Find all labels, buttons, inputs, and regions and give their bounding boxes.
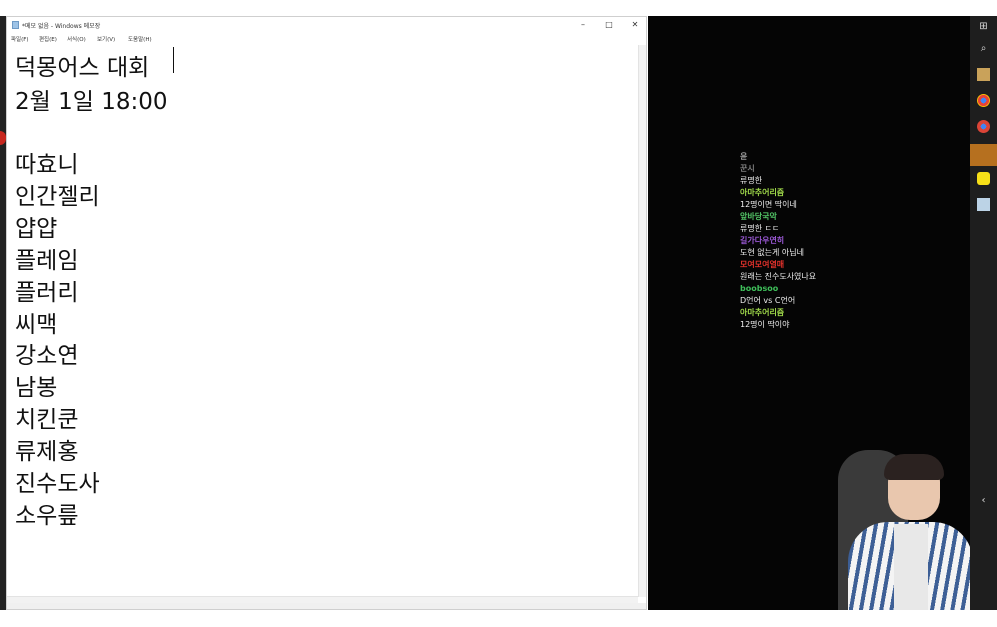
chat-username: 꾼시 bbox=[740, 164, 755, 173]
windows-icon[interactable]: ⊞ bbox=[977, 20, 990, 33]
chat-message: 길가다우연히 도현 없는게 아닙네 bbox=[740, 235, 940, 259]
kakaotalk-icon[interactable] bbox=[977, 172, 990, 185]
text-line: 덕몽어스 대회 bbox=[15, 55, 150, 81]
text-line: 남봉 bbox=[15, 375, 58, 401]
text-line: 진수도사 bbox=[15, 471, 100, 497]
text-line: 플러리 bbox=[15, 280, 79, 306]
chat-username: 모여모여열매 bbox=[740, 260, 785, 269]
menu-file[interactable]: 파일(F) bbox=[11, 35, 29, 43]
chat-text: D언어 vs C언어 bbox=[740, 296, 796, 305]
notepad-window[interactable]: *메모 없음 - Windows 메모장 – □ ✕ 파일(F) 편집(E) 서… bbox=[6, 16, 647, 610]
menu-bar: 파일(F) 편집(E) 서식(O) 보기(V) 도움말(H) bbox=[7, 33, 646, 44]
text-line: 씨맥 bbox=[15, 312, 58, 338]
chat-message: 앞바당국악 류명한 ㄷㄷ bbox=[740, 211, 940, 235]
chrome-profile-icon[interactable] bbox=[977, 120, 990, 133]
chat-text: 원래는 진수도사였나요 bbox=[740, 272, 817, 281]
text-line: 류제홍 bbox=[15, 439, 79, 465]
chat-text: 도현 없는게 아닙네 bbox=[740, 248, 804, 257]
text-line: 플레임 bbox=[15, 248, 79, 274]
chat-message: boobsoo D언어 vs C언어 bbox=[740, 283, 940, 307]
chat-username: 아마추어리즘 bbox=[740, 308, 785, 317]
menu-view[interactable]: 보기(V) bbox=[97, 35, 115, 43]
search-icon[interactable]: ⌕ bbox=[977, 42, 990, 55]
text-line: 얍얍 bbox=[15, 216, 58, 242]
app-icon[interactable] bbox=[970, 144, 997, 166]
chat-message: 모여모여열매 원래는 진수도사였나요 bbox=[740, 259, 940, 283]
chat-text: 류명한 ㄷㄷ bbox=[740, 224, 780, 233]
text-line: 따효니 bbox=[15, 152, 79, 178]
chat-username: 길가다우연히 bbox=[740, 236, 785, 245]
stream-overlay-area: 윤 꾼시 류명한 아마추어리즘 12명이면 딱이네 앞바당국악 류명한 ㄷㄷ 길… bbox=[648, 16, 970, 610]
window-title: *메모 없음 - Windows 메모장 bbox=[22, 23, 101, 30]
chat-username: 아마추어리즘 bbox=[740, 188, 785, 197]
chat-username: 앞바당국악 bbox=[740, 212, 777, 221]
chat-message: 아마추어리즘 12명이면 딱이네 bbox=[740, 187, 940, 211]
horizontal-scrollbar[interactable] bbox=[7, 596, 638, 603]
text-caret bbox=[173, 47, 174, 73]
streamer-hair bbox=[884, 454, 944, 480]
menu-format[interactable]: 서식(O) bbox=[67, 35, 86, 43]
chrome-icon[interactable] bbox=[977, 94, 990, 107]
chat-text: 류명한 bbox=[740, 176, 763, 185]
vertical-scrollbar[interactable] bbox=[638, 45, 646, 597]
chat-message: 윤 bbox=[740, 151, 940, 163]
minimize-button[interactable]: – bbox=[573, 19, 593, 31]
inner-shirt bbox=[894, 524, 928, 610]
notepad-icon[interactable] bbox=[977, 68, 990, 81]
text-line: 강소연 bbox=[15, 343, 79, 369]
text-line: 2월 1일 18:00 bbox=[15, 89, 168, 115]
chat-text: 12명이면 딱이네 bbox=[740, 200, 797, 209]
webcam-feed bbox=[828, 436, 970, 610]
notepad-icon bbox=[12, 21, 19, 29]
chat-overlay: 윤 꾼시 류명한 아마추어리즘 12명이면 딱이네 앞바당국악 류명한 ㄷㄷ 길… bbox=[740, 151, 940, 331]
menu-edit[interactable]: 편집(E) bbox=[39, 35, 57, 43]
taskbar: ⊞ ⌕ ‹ bbox=[970, 16, 997, 610]
document-icon[interactable] bbox=[977, 198, 990, 211]
title-bar[interactable]: *메모 없음 - Windows 메모장 – □ ✕ bbox=[7, 17, 646, 33]
chat-text: 12명이 딱이야 bbox=[740, 320, 790, 329]
status-bar bbox=[7, 603, 646, 609]
text-line: 치킨쿤 bbox=[15, 407, 79, 433]
chat-message: 아마추어리즘 12명이 딱이야 bbox=[740, 307, 940, 331]
text-line: 인간젤리 bbox=[15, 184, 100, 210]
chat-username: 윤 bbox=[740, 152, 748, 161]
text-line: 소우릎 bbox=[15, 503, 79, 529]
bottom-margin bbox=[0, 610, 997, 627]
maximize-button[interactable]: □ bbox=[599, 19, 619, 31]
chat-message: 꾼시 류명한 bbox=[740, 163, 940, 187]
chevron-left-icon[interactable]: ‹ bbox=[977, 494, 990, 507]
text-editor[interactable]: 덕몽어스 대회 2월 1일 18:00 따효니 인간젤리 얍얍 플레임 플러리 … bbox=[7, 45, 638, 597]
menu-help[interactable]: 도움말(H) bbox=[128, 35, 152, 43]
chat-username: boobsoo bbox=[740, 284, 779, 293]
close-button[interactable]: ✕ bbox=[625, 19, 645, 31]
